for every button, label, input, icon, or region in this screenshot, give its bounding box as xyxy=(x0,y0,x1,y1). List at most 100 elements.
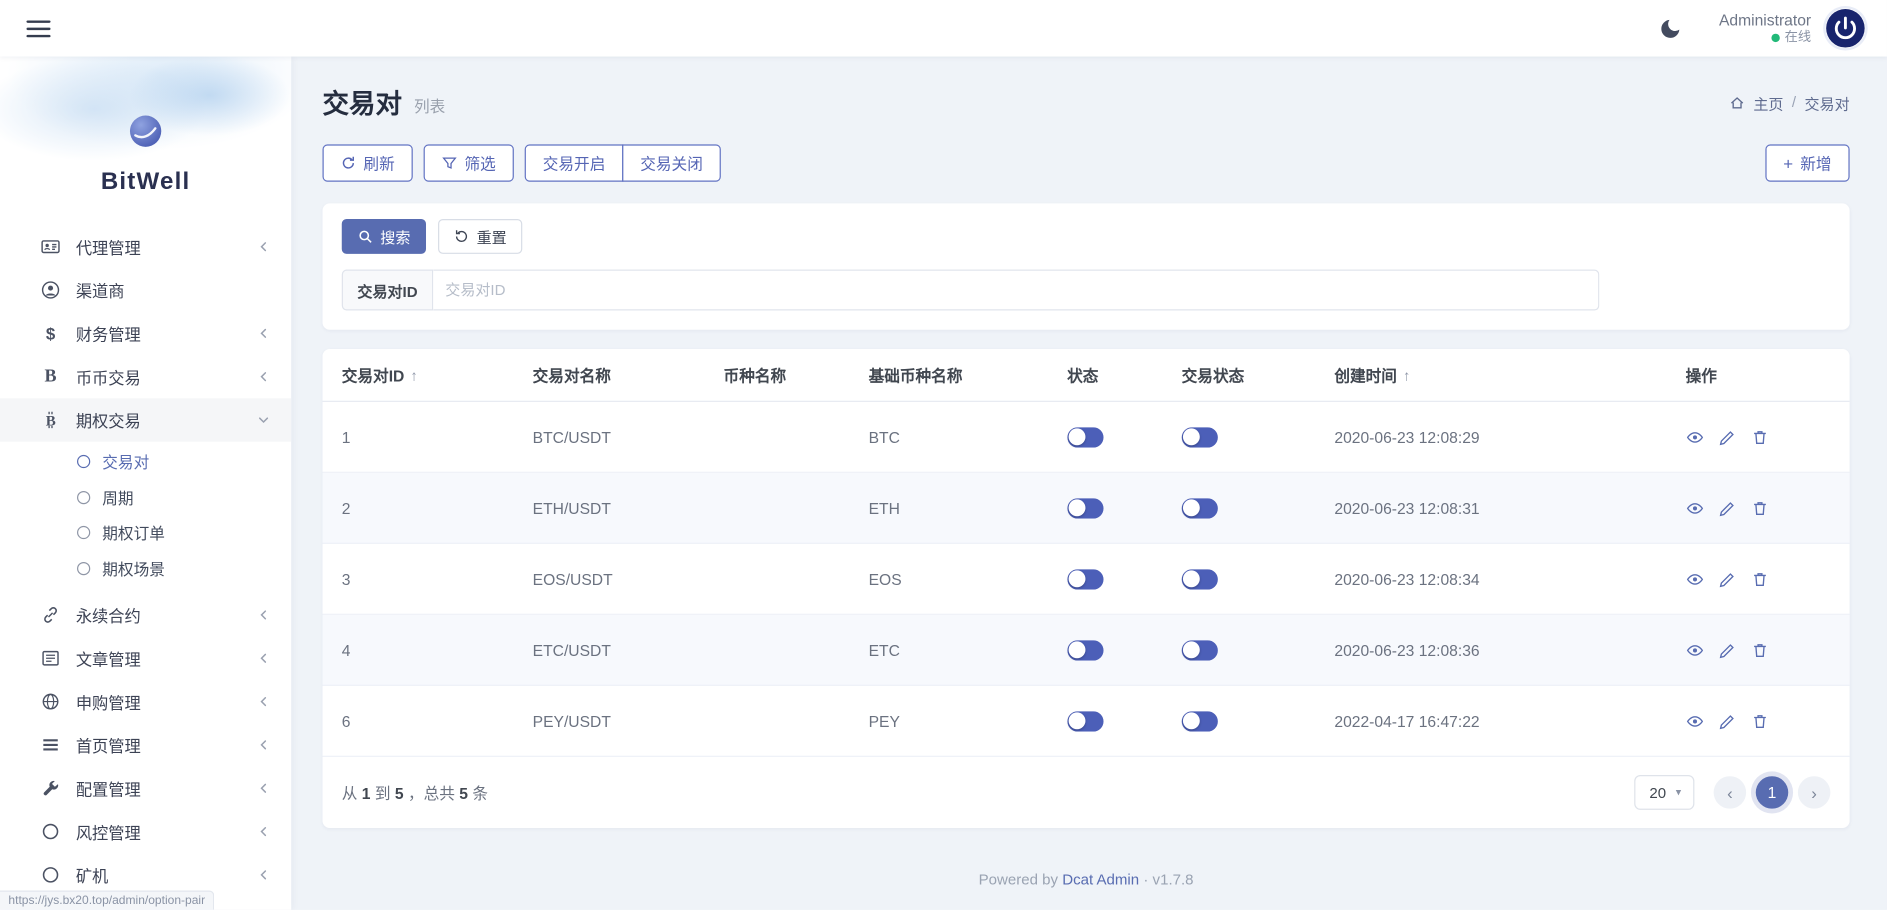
refresh-button[interactable]: 刷新 xyxy=(322,144,413,182)
topbar: Administrator 在线 xyxy=(0,0,1887,57)
chevron-left-icon xyxy=(258,652,270,664)
trade-close-button[interactable]: 交易关闭 xyxy=(622,144,721,182)
sort-asc-icon[interactable]: ↑ xyxy=(1403,366,1410,383)
view-button[interactable] xyxy=(1686,712,1704,730)
sidebar-subitem-period[interactable]: 周期 xyxy=(0,480,291,516)
sidebar-item-homepage-management[interactable]: 首页管理 xyxy=(0,723,291,766)
pencil-icon xyxy=(1718,428,1736,446)
sidebar-subitem-option-order[interactable]: 期权订单 xyxy=(0,515,291,551)
column-header-label: 币种名称 xyxy=(723,367,787,386)
brand-logo-icon xyxy=(124,110,167,153)
brand[interactable]: BitWell xyxy=(0,57,291,197)
toolbar: 刷新 筛选 交易开启 交易关闭 + 新增 xyxy=(322,144,1850,182)
sidebar-item-finance-management[interactable]: $ 财务管理 xyxy=(0,312,291,355)
search-label: 搜索 xyxy=(380,229,411,247)
column-header: 交易对名称 xyxy=(513,363,704,386)
trade-status-toggle[interactable] xyxy=(1181,710,1218,732)
breadcrumb-home[interactable]: 主页 xyxy=(1753,91,1783,114)
chevron-left-icon xyxy=(258,371,270,383)
sidebar-subitem-option-scene[interactable]: 期权场景 xyxy=(0,551,291,587)
trade-status-toggle[interactable] xyxy=(1181,426,1218,448)
table-row: 2 ETH/USDT ETH 2020-06-23 12:08:31 xyxy=(322,472,1850,544)
page-1-button[interactable]: 1 xyxy=(1755,776,1789,809)
column-header: 币种名称 xyxy=(704,363,849,386)
delete-button[interactable] xyxy=(1751,641,1769,659)
trade-open-label: 交易开启 xyxy=(542,155,606,174)
table-card: 交易对ID ↑ 交易对名称 币种名称 基础币种名称 状态 交易状态 创建时间 ↑ 操作 1 BTC/… xyxy=(322,348,1850,828)
user-menu[interactable]: Administrator 在线 xyxy=(1719,11,1811,46)
cell-pair-name: PEY/USDT xyxy=(532,711,611,730)
column-header[interactable]: 交易对ID ↑ xyxy=(323,363,514,386)
online-dot-icon xyxy=(1771,33,1780,42)
sidebar-item-label: 期权交易 xyxy=(75,412,141,431)
brand-name: BitWell xyxy=(100,168,191,195)
sidebar-item-subscription-management[interactable]: 申购管理 xyxy=(0,680,291,723)
sidebar-item-channel-merchant[interactable]: 渠道商 xyxy=(0,268,291,311)
cell-pair-id: 3 xyxy=(341,569,351,588)
table-row: 4 ETC/USDT ETC 2020-06-23 12:08:36 xyxy=(322,614,1850,686)
table-footer: 从 1 到 5 ，总共 5 条 20 ▾ ‹ 1 › xyxy=(323,757,1850,828)
next-page-button[interactable]: › xyxy=(1797,776,1831,809)
edit-button[interactable] xyxy=(1718,641,1736,659)
delete-button[interactable] xyxy=(1751,428,1769,446)
dark-mode-toggle[interactable] xyxy=(1659,16,1683,40)
cell-created-at: 2022-04-17 16:47:22 xyxy=(1334,711,1480,730)
trade-status-toggle-cell xyxy=(1162,710,1315,732)
trade-status-toggle[interactable] xyxy=(1181,568,1218,590)
column-header[interactable]: 创建时间 ↑ xyxy=(1315,363,1666,386)
sidebar-item-perpetual-contract[interactable]: 永续合约 xyxy=(0,593,291,636)
delete-button[interactable] xyxy=(1751,499,1769,517)
sidebar-item-agent-management[interactable]: 代理管理 xyxy=(0,225,291,268)
prev-page-button[interactable]: ‹ xyxy=(1713,776,1747,809)
sort-asc-icon[interactable]: ↑ xyxy=(410,366,417,383)
pair-id-filter-label: 交易对ID xyxy=(341,269,434,311)
trade-status-toggle[interactable] xyxy=(1181,497,1218,519)
sidebar-item-article-management[interactable]: 文章管理 xyxy=(0,637,291,680)
status-toggle[interactable] xyxy=(1067,639,1104,661)
sidebar-subitem-trading-pair[interactable]: 交易对 xyxy=(0,444,291,480)
eye-icon xyxy=(1686,712,1704,730)
view-button[interactable] xyxy=(1686,570,1704,588)
view-button[interactable] xyxy=(1686,641,1704,659)
sidebar-item-config-management[interactable]: 配置管理 xyxy=(0,767,291,810)
eye-icon xyxy=(1686,428,1704,446)
status-toggle[interactable] xyxy=(1067,710,1104,732)
chevron-left-icon xyxy=(258,869,270,881)
sidebar-menu: 代理管理 渠道商 $ 财务管理 B 币币交易 B 期权交易交易对 周期 期权订单 期权场景永续合约文… xyxy=(0,225,292,896)
sidebar-item-option-trading[interactable]: B 期权交易 xyxy=(0,398,292,442)
sidebar-item-spot-trading[interactable]: B 币币交易 xyxy=(0,355,291,398)
edit-button[interactable] xyxy=(1718,570,1736,588)
view-button[interactable] xyxy=(1686,499,1704,517)
cell-created-at: 2020-06-23 12:08:34 xyxy=(1334,569,1480,588)
view-button[interactable] xyxy=(1686,428,1704,446)
reset-button[interactable]: 重置 xyxy=(438,219,523,254)
status-toggle-cell xyxy=(1048,568,1163,590)
pencil-icon xyxy=(1718,570,1736,588)
filter-button[interactable]: 筛选 xyxy=(423,144,514,182)
trade-open-button[interactable]: 交易开启 xyxy=(524,144,624,182)
edit-button[interactable] xyxy=(1718,499,1736,517)
avatar[interactable] xyxy=(1826,8,1866,48)
status-toggle[interactable] xyxy=(1067,497,1104,519)
cell-base-coin: ETC xyxy=(868,640,900,659)
edit-button[interactable] xyxy=(1718,428,1736,446)
status-toggle[interactable] xyxy=(1067,426,1104,448)
delete-button[interactable] xyxy=(1751,570,1769,588)
status-toggle[interactable] xyxy=(1067,568,1104,590)
sidebar-item-risk-management[interactable]: 风控管理 xyxy=(0,810,291,853)
bitcoin-icon: B xyxy=(41,410,60,430)
status-toggle-cell xyxy=(1048,426,1163,448)
edit-button[interactable] xyxy=(1718,712,1736,730)
delete-button[interactable] xyxy=(1751,712,1769,730)
wrench-icon xyxy=(41,779,60,798)
pair-id-input[interactable] xyxy=(433,269,1599,311)
page-size-select[interactable]: 20 ▾ xyxy=(1633,774,1695,810)
dcat-admin-link[interactable]: Dcat Admin xyxy=(1062,871,1139,888)
trade-status-toggle[interactable] xyxy=(1181,639,1218,661)
search-button[interactable]: 搜索 xyxy=(341,219,427,254)
globe-icon xyxy=(41,692,60,711)
status-bar-url: https://jys.bx20.top/admin/option-pair xyxy=(0,890,215,910)
menu-toggle-button[interactable] xyxy=(26,19,51,37)
add-button[interactable]: + 新增 xyxy=(1765,144,1850,182)
footer-separator: · xyxy=(1143,871,1149,889)
